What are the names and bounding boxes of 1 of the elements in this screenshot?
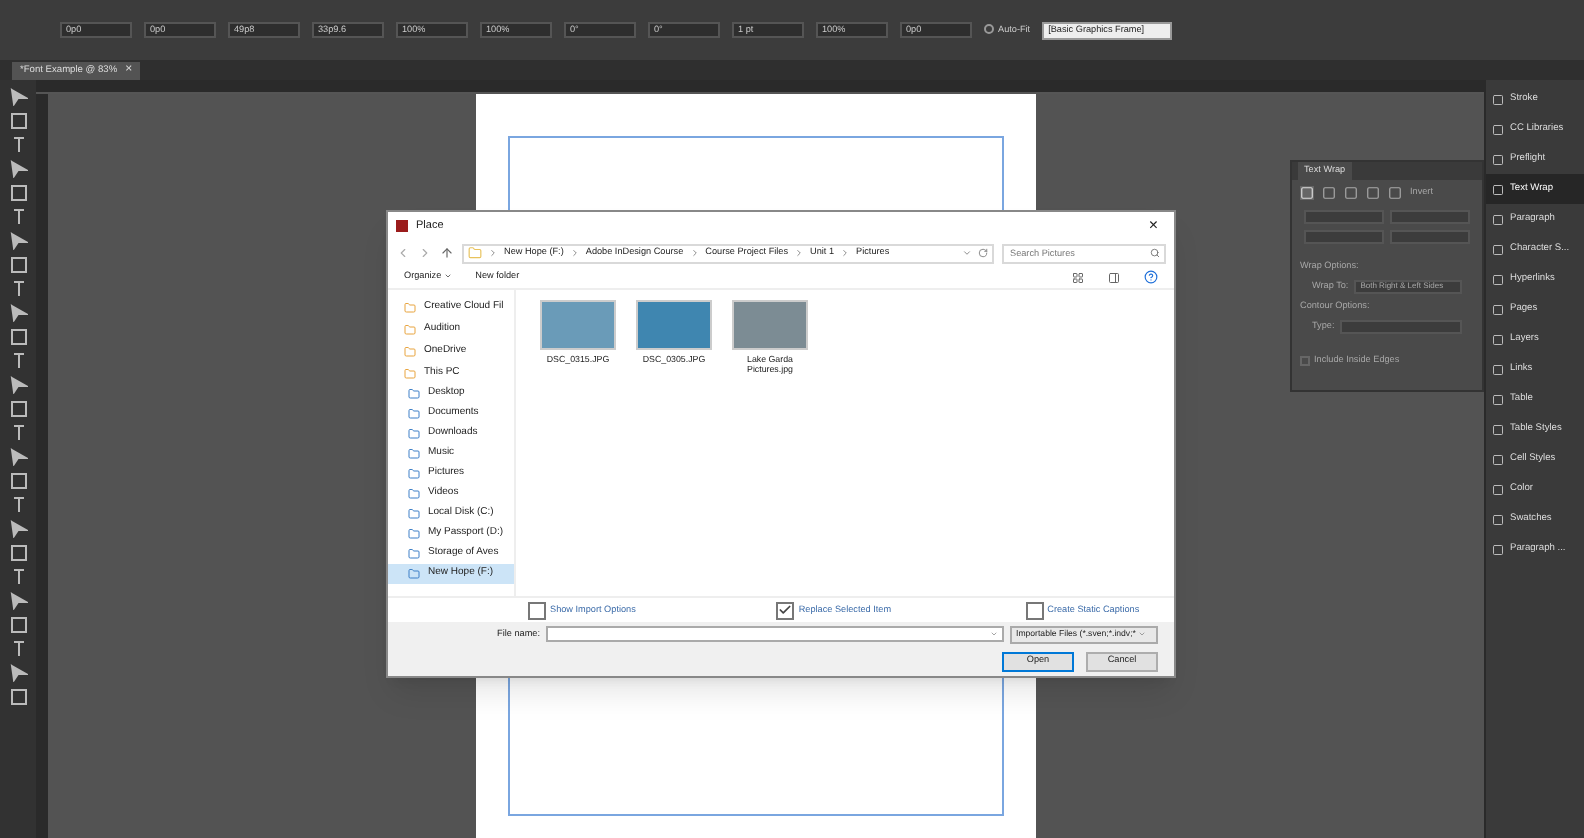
close-button[interactable]: × xyxy=(1140,218,1166,234)
